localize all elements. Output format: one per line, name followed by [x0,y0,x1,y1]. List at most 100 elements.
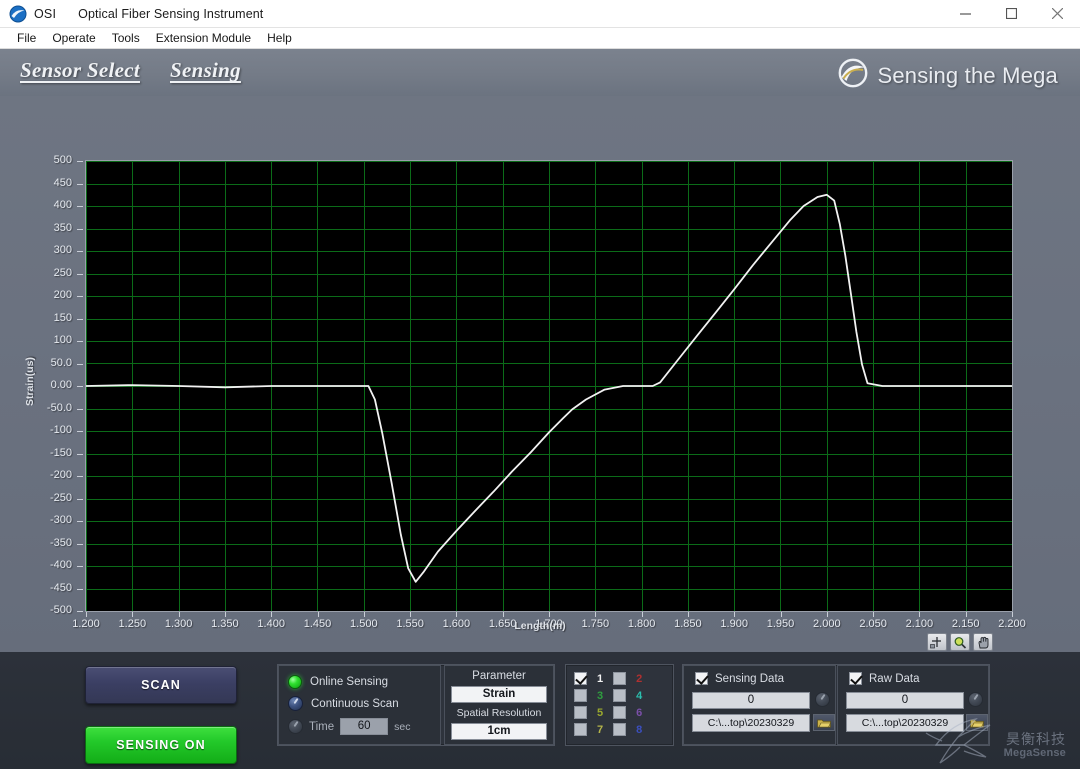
watermark-en-text: MegaSense [1003,747,1066,759]
sensing-data-check-row[interactable]: Sensing Data [695,672,784,685]
grid-lines [86,161,1012,611]
raw-data-path[interactable]: C:\...top\20230329 [846,714,964,732]
menu-operate[interactable]: Operate [44,28,103,49]
y-tick-mark [77,161,83,162]
close-button[interactable] [1034,0,1080,27]
raw-data-folder-icon[interactable] [966,714,988,731]
online-sensing-row[interactable]: Online Sensing [288,675,388,689]
y-tick-label: 450 [53,176,72,189]
minimize-button[interactable] [942,0,988,27]
cursor-tool-icon[interactable] [927,633,947,651]
time-input[interactable]: 60 [340,718,389,735]
spatial-resolution-label: Spatial Resolution [456,707,542,719]
time-knob-icon[interactable] [288,719,303,734]
parameter-subpanel: Parameter Strain Spatial Resolution 1cm [444,665,554,745]
brand-block: Sensing the Mega [838,58,1058,93]
x-tick-mark [965,612,967,617]
plot-number-label: 1 [597,672,604,685]
y-tick-mark [77,318,83,320]
menu-tools[interactable]: Tools [104,28,148,49]
nav-sensor-select[interactable]: Sensor Select [20,58,140,83]
x-tick-mark [178,612,180,617]
y-tick-label: -100 [49,424,72,436]
plot-select-panel: 1 2 3 4 5 6 7 8 [565,664,674,746]
plot-checkbox-3[interactable] [574,689,587,702]
plot-area[interactable] [85,160,1013,612]
y-tick-label: -50.0 [46,401,72,414]
x-tick-mark [1012,612,1013,617]
sensing-data-folder-icon[interactable] [813,714,835,731]
plot-checkbox-7[interactable] [574,723,587,736]
y-tick-mark [77,588,83,590]
menu-help[interactable]: Help [259,28,300,49]
graph-tool-palette [927,633,993,651]
y-tick-mark [77,408,83,410]
spatial-resolution-value[interactable]: 1cm [451,723,547,740]
continuous-scan-knob-icon[interactable] [288,696,303,711]
sensing-on-button[interactable]: SENSING ON [85,726,237,764]
sensing-data-knob-icon[interactable] [815,692,830,707]
online-sensing-label: Online Sensing [310,676,388,688]
scan-button[interactable]: SCAN [85,666,237,704]
y-tick-label: -500 [49,604,72,616]
x-tick-mark [641,612,643,617]
y-tick-label: -200 [49,469,72,481]
y-tick-label: 150 [53,311,72,324]
zoom-tool-icon[interactable] [950,633,970,651]
graph-panel: Strain(us) 500 450 400 350 300 250 200 150 100 50… [0,96,1080,652]
plot-checkbox-6[interactable] [613,706,627,719]
y-tick-mark [77,363,83,365]
x-tick-mark [456,612,458,617]
y-tick-label: 250 [53,266,72,279]
y-tick-mark [77,251,83,252]
y-tick-label: 100 [53,334,72,346]
plot-checkbox-8[interactable] [613,723,627,736]
x-tick-mark [271,612,273,617]
raw-data-checkbox[interactable] [849,672,862,685]
y-tick-label: 200 [53,289,72,301]
parameter-value[interactable]: Strain [451,686,547,703]
time-row: Time 60 sec [288,718,410,735]
y-tick-mark [77,296,83,297]
x-tick-mark [502,612,504,617]
x-tick-mark [549,612,550,617]
raw-data-knob-icon[interactable] [968,692,983,707]
plot-checkbox-1[interactable] [574,672,587,685]
menu-file[interactable]: File [9,28,44,49]
raw-data-subpanel: Raw Data 0 C:\...top\20230329 [837,665,989,745]
plot-checkbox-2[interactable] [613,672,627,685]
nav-sensing[interactable]: Sensing [170,58,241,83]
continuous-scan-label: Continuous Scan [311,697,399,710]
online-sensing-led-icon [288,675,302,689]
brand-text: Sensing the Mega [877,62,1058,88]
y-tick-mark [77,273,83,275]
sensing-data-label: Sensing Data [715,672,785,685]
time-label: Time [309,720,335,733]
acquisition-panel: Online Sensing Continuous Scan Time 60 s… [277,664,555,746]
menu-extension-module[interactable]: Extension Module [148,28,259,49]
y-tick-mark [77,611,83,612]
control-area: SCAN SENSING ON Online Sensing Continuou… [0,652,1080,769]
plot-checkbox-4[interactable] [613,689,627,702]
x-tick-mark [919,612,921,617]
sensing-data-checkbox[interactable] [695,672,708,685]
y-tick-mark [77,543,83,545]
raw-data-count[interactable]: 0 [846,692,964,709]
maximize-button[interactable] [988,0,1034,27]
x-tick-mark [780,612,782,617]
sensing-data-count[interactable]: 0 [692,692,810,709]
y-tick-label: -150 [49,446,72,459]
y-tick-mark [77,228,83,230]
sensing-data-path[interactable]: C:\...top\20230329 [692,714,810,732]
x-tick-mark [86,612,87,617]
x-tick-mark [410,612,412,617]
plot-number-label: 8 [636,723,643,736]
continuous-scan-row[interactable]: Continuous Scan [288,696,399,711]
plot-number-label: 2 [636,672,643,685]
raw-data-check-row[interactable]: Raw Data [849,672,920,685]
pan-tool-icon[interactable] [973,633,993,651]
window-titlebar: OSI Optical Fiber Sensing Instrument [0,0,1080,28]
plot-checkbox-5[interactable] [574,706,587,719]
app-body: Sensor Select Sensing Sensing the Mega S… [0,49,1080,769]
y-tick-mark [77,498,83,500]
